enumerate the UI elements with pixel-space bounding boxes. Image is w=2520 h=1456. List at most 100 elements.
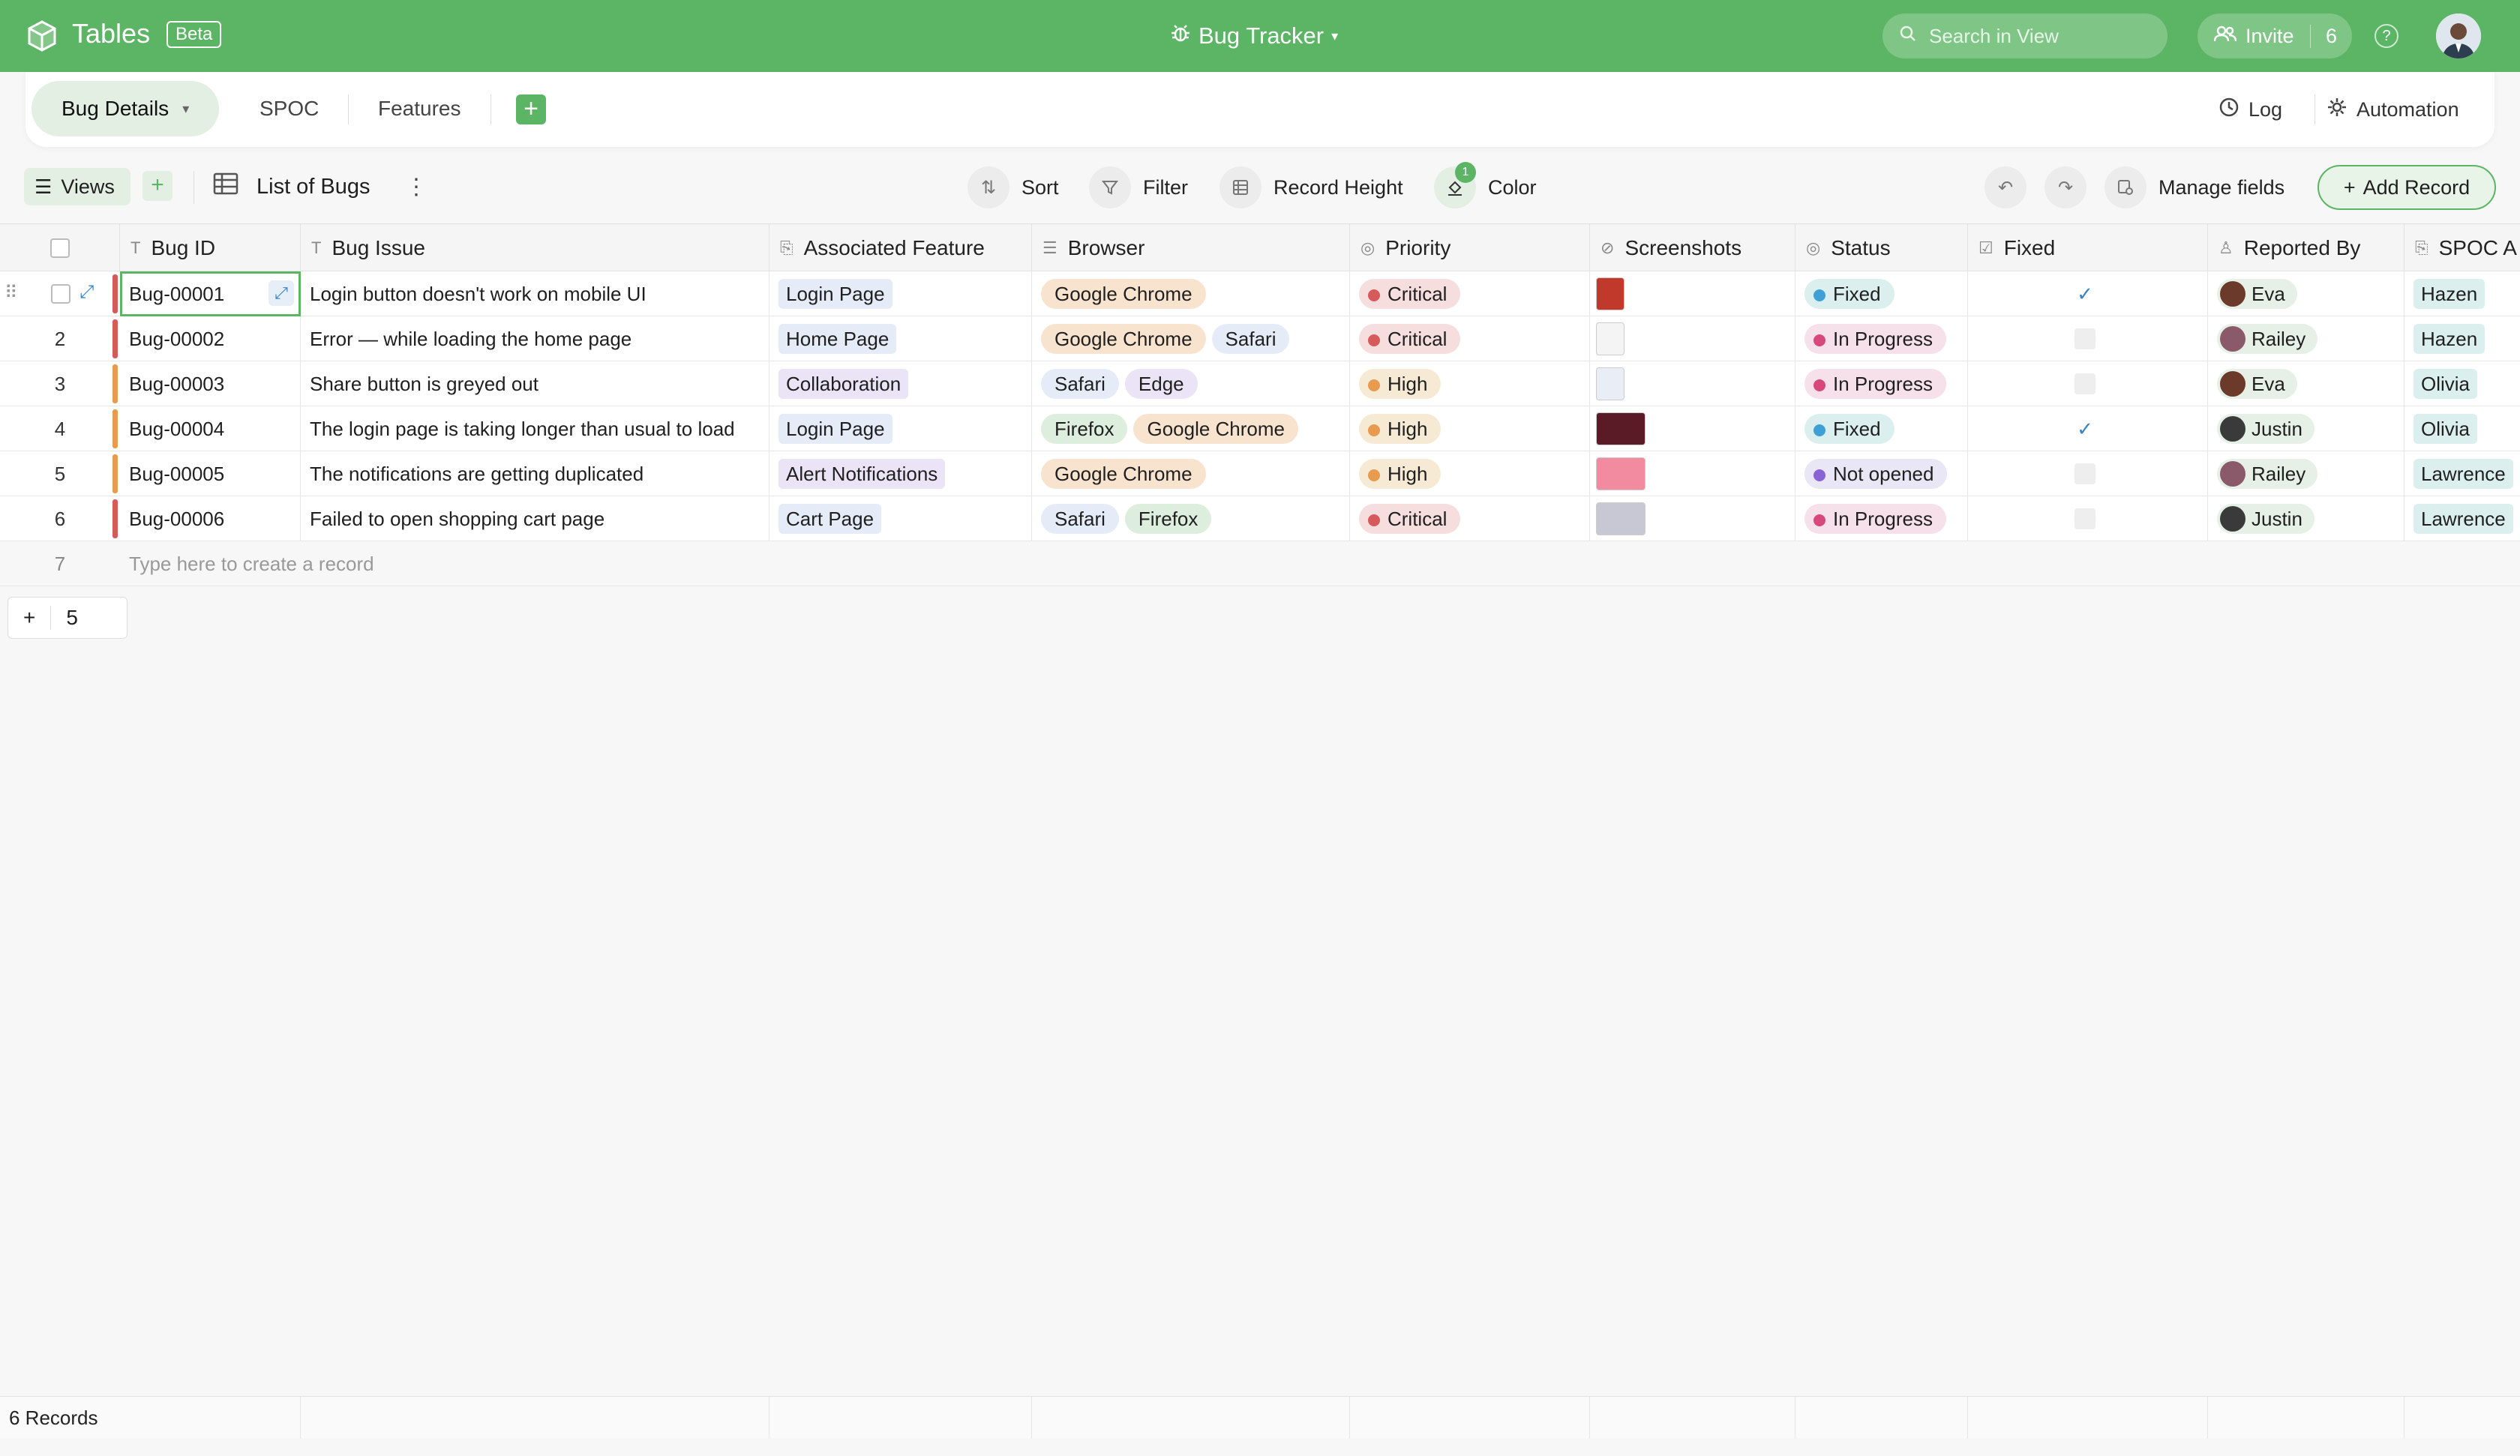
footer-cell[interactable] xyxy=(1590,1397,1796,1439)
expand-record-icon[interactable]: ⤢ xyxy=(268,280,294,306)
browser-cell[interactable]: Google Chrome xyxy=(1032,271,1350,316)
new-record-input[interactable]: Type here to create a record xyxy=(120,541,1020,586)
fixed-cell[interactable]: ✓ xyxy=(1968,271,2208,316)
add-record-button[interactable]: + Add Record xyxy=(2318,165,2496,210)
bug-issue-cell[interactable]: Login button doesn't work on mobile UI xyxy=(301,271,770,316)
browser-cell[interactable]: Safari Firefox xyxy=(1032,496,1350,541)
browser-cell[interactable]: Firefox Google Chrome xyxy=(1032,406,1350,451)
fixed-cell[interactable]: ✓ xyxy=(1968,406,2208,451)
priority-cell[interactable]: High xyxy=(1350,451,1590,496)
bug-id-cell[interactable]: Bug-00003 xyxy=(120,361,301,406)
column-header-bug-id[interactable]: T Bug ID xyxy=(120,224,301,272)
undo-button[interactable]: ↶ xyxy=(1984,166,2026,208)
reported-by-cell[interactable]: Justin xyxy=(2208,496,2404,541)
expand-arrow-icon[interactable]: ⤢ xyxy=(80,282,94,303)
footer-cell[interactable] xyxy=(1032,1397,1350,1439)
table-row[interactable]: 2 Bug-00002 Error — while loading the ho… xyxy=(0,316,2520,361)
status-cell[interactable]: Not opened xyxy=(1796,451,1968,496)
bug-issue-cell[interactable]: Error — while loading the home page xyxy=(301,316,770,361)
fixed-checkbox[interactable] xyxy=(2074,328,2096,349)
status-cell[interactable]: In Progress xyxy=(1796,361,1968,406)
tab-features[interactable]: Features xyxy=(378,81,461,136)
screenshot-thumbnail[interactable] xyxy=(1596,277,1624,310)
spoc-cell[interactable]: Olivia xyxy=(2404,361,2520,406)
table-row[interactable]: 4 Bug-00004 The login page is taking lon… xyxy=(0,406,2520,451)
screenshot-thumbnail[interactable] xyxy=(1596,502,1646,535)
search-input[interactable]: Search in View xyxy=(1882,13,2168,58)
plus-icon[interactable]: + xyxy=(8,606,52,630)
column-header-browser[interactable]: ☰ Browser xyxy=(1032,224,1350,272)
manage-fields-button[interactable]: Manage fields xyxy=(2104,166,2284,208)
screenshot-cell[interactable] xyxy=(1590,406,1796,451)
reported-by-cell[interactable]: Eva xyxy=(2208,271,2404,316)
browser-cell[interactable]: Google Chrome Safari xyxy=(1032,316,1350,361)
column-header-fixed[interactable]: ☑ Fixed xyxy=(1968,224,2208,272)
reported-by-cell[interactable]: Eva xyxy=(2208,361,2404,406)
screenshot-cell[interactable] xyxy=(1590,271,1796,316)
footer-cell[interactable] xyxy=(301,1397,770,1439)
view-name[interactable]: List of Bugs xyxy=(213,168,370,205)
fixed-cell[interactable] xyxy=(1968,361,2208,406)
feature-cell[interactable]: Login Page xyxy=(770,271,1032,316)
status-cell[interactable]: Fixed xyxy=(1796,271,1968,316)
fixed-cell[interactable] xyxy=(1968,496,2208,541)
feature-cell[interactable]: Collaboration xyxy=(770,361,1032,406)
bug-id-cell[interactable]: Bug-00006 xyxy=(120,496,301,541)
help-icon[interactable]: ? xyxy=(2374,24,2398,48)
screenshot-cell[interactable] xyxy=(1590,316,1796,361)
base-title[interactable]: Bug Tracker ▾ xyxy=(1170,22,1338,49)
add-table-button[interactable]: + xyxy=(516,94,546,124)
bug-issue-cell[interactable]: The login page is taking longer than usu… xyxy=(301,406,770,451)
invite-button[interactable]: Invite 6 xyxy=(2198,13,2352,58)
feature-cell[interactable]: Alert Notifications xyxy=(770,451,1032,496)
drag-handle-icon[interactable]: ⠿ xyxy=(4,282,18,304)
status-cell[interactable]: In Progress xyxy=(1796,316,1968,361)
spoc-cell[interactable]: Hazen xyxy=(2404,316,2520,361)
footer-cell[interactable] xyxy=(1968,1397,2208,1439)
bug-issue-cell[interactable]: Failed to open shopping cart page xyxy=(301,496,770,541)
screenshot-thumbnail[interactable] xyxy=(1596,367,1624,400)
table-row[interactable]: 6 Bug-00006 Failed to open shopping cart… xyxy=(0,496,2520,541)
views-button[interactable]: ☰ Views xyxy=(24,168,130,205)
screenshot-thumbnail[interactable] xyxy=(1596,412,1646,445)
record-height-button[interactable]: Record Height xyxy=(1220,166,1403,208)
spoc-cell[interactable]: Hazen xyxy=(2404,271,2520,316)
color-button[interactable]: 1 Color xyxy=(1434,162,1537,208)
bug-issue-cell[interactable]: The notifications are getting duplicated xyxy=(301,451,770,496)
column-header-reported-by[interactable]: ♙ Reported By xyxy=(2208,224,2404,272)
footer-cell[interactable] xyxy=(2208,1397,2404,1439)
reported-by-cell[interactable]: Railey xyxy=(2208,451,2404,496)
bug-issue-cell[interactable]: Share button is greyed out xyxy=(301,361,770,406)
fixed-checkbox[interactable] xyxy=(2074,373,2096,394)
status-cell[interactable]: In Progress xyxy=(1796,496,1968,541)
bug-id-cell[interactable]: Bug-00002 xyxy=(120,316,301,361)
column-header-status[interactable]: ◎ Status xyxy=(1796,224,1968,272)
browser-cell[interactable]: Safari Edge xyxy=(1032,361,1350,406)
status-cell[interactable]: Fixed xyxy=(1796,406,1968,451)
column-header-priority[interactable]: ◎ Priority xyxy=(1350,224,1590,272)
column-header-screenshots[interactable]: ⊘ Screenshots xyxy=(1590,224,1796,272)
tab-bug-details[interactable]: Bug Details ▾ xyxy=(32,81,220,136)
bug-id-cell[interactable]: Bug-00004 xyxy=(120,406,301,451)
sort-button[interactable]: ⇅ Sort xyxy=(968,166,1059,208)
automation-button[interactable]: Automation xyxy=(2326,94,2459,124)
tables-logo-icon[interactable] xyxy=(26,19,58,52)
fixed-checkbox[interactable] xyxy=(2074,463,2096,484)
new-record-row[interactable]: 7 Type here to create a record xyxy=(0,541,2520,586)
priority-cell[interactable]: Critical xyxy=(1350,496,1590,541)
spoc-cell[interactable]: Olivia xyxy=(2404,406,2520,451)
footer-cell[interactable] xyxy=(1350,1397,1590,1439)
row-select-checkbox[interactable] xyxy=(51,284,70,304)
screenshot-thumbnail[interactable] xyxy=(1596,322,1624,355)
column-header-associated-feature[interactable]: ⎘ Associated Feature xyxy=(770,224,1032,272)
fixed-checkbox[interactable] xyxy=(2074,508,2096,529)
fixed-cell[interactable] xyxy=(1968,451,2208,496)
screenshot-cell[interactable] xyxy=(1590,361,1796,406)
screenshot-cell[interactable] xyxy=(1590,451,1796,496)
priority-cell[interactable]: Critical xyxy=(1350,271,1590,316)
screenshot-thumbnail[interactable] xyxy=(1596,457,1646,490)
footer-cell[interactable] xyxy=(770,1397,1032,1439)
priority-cell[interactable]: High xyxy=(1350,361,1590,406)
priority-cell[interactable]: High xyxy=(1350,406,1590,451)
spoc-cell[interactable]: Lawrence xyxy=(2404,451,2520,496)
